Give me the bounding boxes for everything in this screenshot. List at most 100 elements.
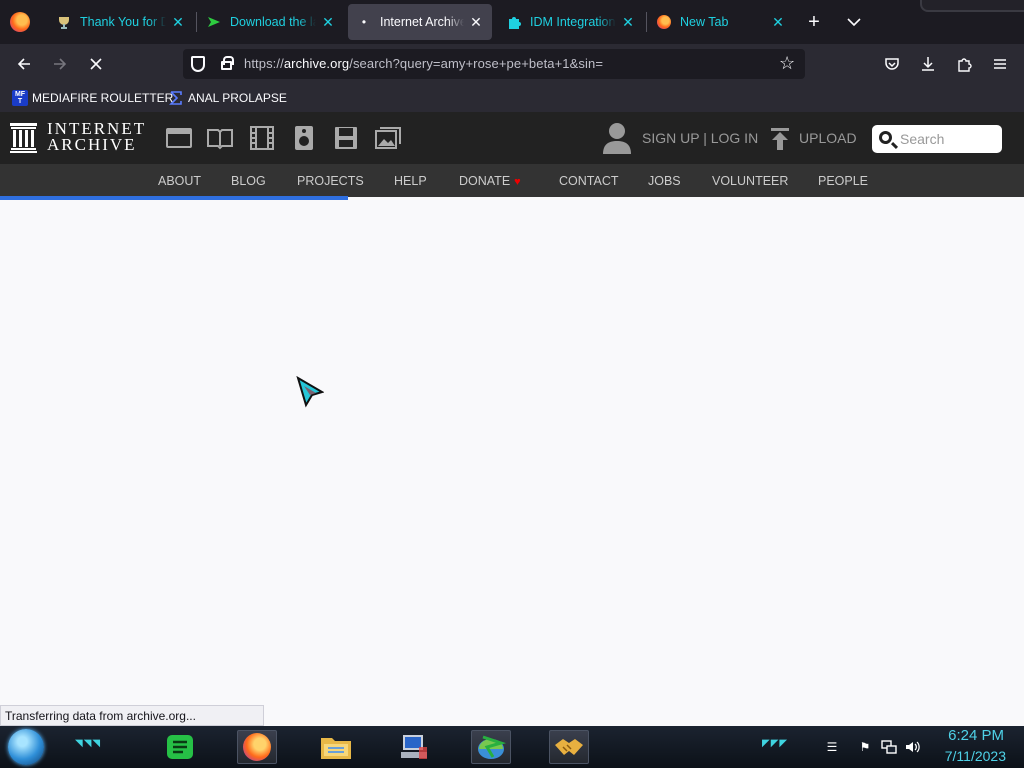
texts-icon[interactable] — [207, 126, 233, 150]
back-arrow-icon[interactable] — [12, 52, 36, 76]
search-icon[interactable] — [879, 131, 892, 144]
downloads-icon[interactable] — [918, 54, 938, 74]
taskbar-file-explorer-app[interactable] — [316, 730, 356, 764]
tab-title: Internet Archive: — [380, 15, 464, 29]
tab-thank-you[interactable]: Thank You for Du ✕ — [48, 4, 194, 40]
url-path: /search?query=amy+rose+pe+beta+1&sin= — [349, 56, 604, 71]
audio-icon[interactable] — [291, 126, 317, 150]
close-icon[interactable]: ✕ — [620, 14, 636, 30]
file-explorer-icon — [321, 738, 351, 759]
nav-help[interactable]: HELP — [394, 174, 427, 188]
url-text[interactable]: https://archive.org/search?query=amy+ros… — [244, 56, 603, 71]
nav-donate[interactable]: DONATE ♥ — [459, 174, 521, 188]
action-center-flag-icon[interactable]: ⚑ — [857, 739, 873, 755]
tab-download[interactable]: Download the lat ✕ — [198, 4, 344, 40]
mouse-cursor-icon — [296, 376, 324, 408]
taskbar: ◥◥◥ ◤◤◤ ☰ ⚑ 6:24 PM 7/11/2023 — [0, 726, 1024, 768]
status-bar: Transferring data from archive.org... — [0, 705, 264, 726]
notes-icon — [167, 735, 193, 759]
sign-up-log-in-link[interactable]: SIGN UP | LOG IN — [642, 130, 758, 146]
forward-arrow-icon[interactable] — [48, 52, 72, 76]
url-host: archive.org — [283, 56, 350, 71]
archive-search-box[interactable] — [872, 125, 1002, 153]
clock-date[interactable]: 7/11/2023 — [930, 748, 1006, 764]
firefox-icon — [243, 733, 271, 761]
tab-separator — [196, 12, 197, 32]
heart-icon: ♥ — [514, 176, 521, 188]
nav-projects[interactable]: PROJECTS — [297, 174, 364, 188]
bookmarks-toolbar: MF T MEDIAFIRE ROULETTER ANAL PROLAPSE — [0, 84, 1024, 112]
volume-speaker-icon[interactable] — [905, 739, 921, 755]
pocket-icon[interactable] — [882, 54, 902, 74]
tracking-protection-shield-icon[interactable] — [191, 56, 205, 72]
bookmark-anal-prolapse[interactable]: ANAL PROLAPSE — [168, 89, 287, 107]
extensions-puzzle-icon[interactable] — [954, 54, 974, 74]
tab-title: Download the lat — [230, 15, 316, 29]
archive-top-bar: INTERNET ARCHIVE SIGN UP | LOG IN UPLOAD… — [0, 112, 1024, 164]
archive-logo-text[interactable]: INTERNET ARCHIVE — [47, 120, 146, 154]
tab-title: Thank You for Du — [80, 15, 166, 29]
navigation-toolbar: https://archive.org/search?query=amy+ros… — [0, 44, 1024, 84]
close-icon[interactable]: ✕ — [320, 14, 336, 30]
archive-logo-icon[interactable] — [10, 123, 37, 153]
sigma-icon — [168, 90, 184, 106]
idm-icon — [478, 735, 507, 759]
logo-line-archive: ARCHIVE — [47, 135, 137, 154]
nav-donate-label: DONATE — [459, 174, 511, 188]
window-frame-decoration — [920, 0, 1024, 12]
tab-title: IDM Integration f — [530, 15, 616, 29]
upload-link[interactable]: UPLOAD — [799, 130, 857, 146]
bookmark-star-icon[interactable]: ☆ — [779, 53, 795, 74]
handshake-icon — [555, 739, 583, 755]
images-icon[interactable] — [375, 126, 401, 150]
nav-people[interactable]: PEOPLE — [818, 174, 868, 188]
mf-badge-icon: MF T — [12, 90, 28, 106]
taskbar-firefox-app[interactable] — [237, 730, 277, 764]
taskbar-handshake-app[interactable] — [549, 730, 589, 764]
start-button-orb-icon[interactable] — [8, 729, 44, 765]
puzzle-icon — [506, 14, 522, 30]
tab-separator — [646, 12, 647, 32]
nav-contact[interactable]: CONTACT — [559, 174, 619, 188]
tab-strip: Thank You for Du ✕ Download the lat ✕ • … — [0, 0, 1024, 44]
firefox-icon — [656, 14, 672, 30]
bookmark-label: ANAL PROLAPSE — [188, 91, 287, 105]
lock-icon[interactable] — [221, 56, 234, 70]
video-icon[interactable] — [249, 126, 275, 150]
screen: Thank You for Du ✕ Download the lat ✕ • … — [0, 0, 1024, 768]
firefox-view-icon[interactable] — [10, 12, 30, 32]
bookmark-mediafire-rouletter[interactable]: MF T MEDIAFIRE ROULETTER — [12, 89, 173, 107]
nav-blog[interactable]: BLOG — [231, 174, 266, 188]
loading-dot-icon: • — [361, 15, 367, 29]
bookmark-label: MEDIAFIRE ROULETTER — [32, 91, 174, 105]
chevron-down-icon[interactable] — [843, 11, 865, 33]
tab-title: New Tab — [680, 15, 729, 29]
archive-secondary-nav: ABOUT BLOG PROJECTS HELP DONATE ♥ CONTACT… — [0, 164, 1024, 197]
nav-about[interactable]: ABOUT — [158, 174, 201, 188]
show-hidden-icons-icon[interactable]: ☰ — [824, 739, 840, 755]
tab-idm-integration[interactable]: IDM Integration f ✕ — [498, 4, 644, 40]
nav-jobs[interactable]: JOBS — [648, 174, 681, 188]
clock-time[interactable]: 6:24 PM — [940, 727, 1004, 744]
taskbar-idm-app[interactable] — [471, 730, 511, 764]
address-bar[interactable]: https://archive.org/search?query=amy+ros… — [183, 49, 805, 79]
web-icon[interactable] — [166, 126, 192, 150]
upload-arrow-icon[interactable] — [770, 128, 790, 150]
tab-internet-archive[interactable]: • Internet Archive: ✕ — [348, 4, 492, 40]
close-icon[interactable]: ✕ — [170, 14, 186, 30]
user-avatar-icon[interactable] — [602, 122, 632, 154]
close-icon[interactable]: ✕ — [468, 14, 484, 30]
idm-arrow-icon — [206, 14, 222, 30]
taskbar-decoration: ◥◥◥ — [75, 738, 102, 749]
close-icon[interactable]: ✕ — [770, 14, 786, 30]
search-input[interactable] — [900, 130, 996, 148]
taskbar-notes-app[interactable] — [160, 730, 200, 764]
tab-new-tab[interactable]: New Tab ✕ — [648, 4, 794, 40]
software-icon[interactable] — [333, 126, 359, 150]
stop-loading-icon[interactable] — [84, 52, 108, 76]
new-tab-plus-icon[interactable]: + — [803, 11, 825, 33]
hamburger-menu-icon[interactable] — [990, 54, 1010, 74]
network-icon[interactable] — [881, 739, 897, 755]
nav-volunteer[interactable]: VOLUNTEER — [712, 174, 788, 188]
taskbar-computer-app[interactable] — [394, 730, 434, 764]
